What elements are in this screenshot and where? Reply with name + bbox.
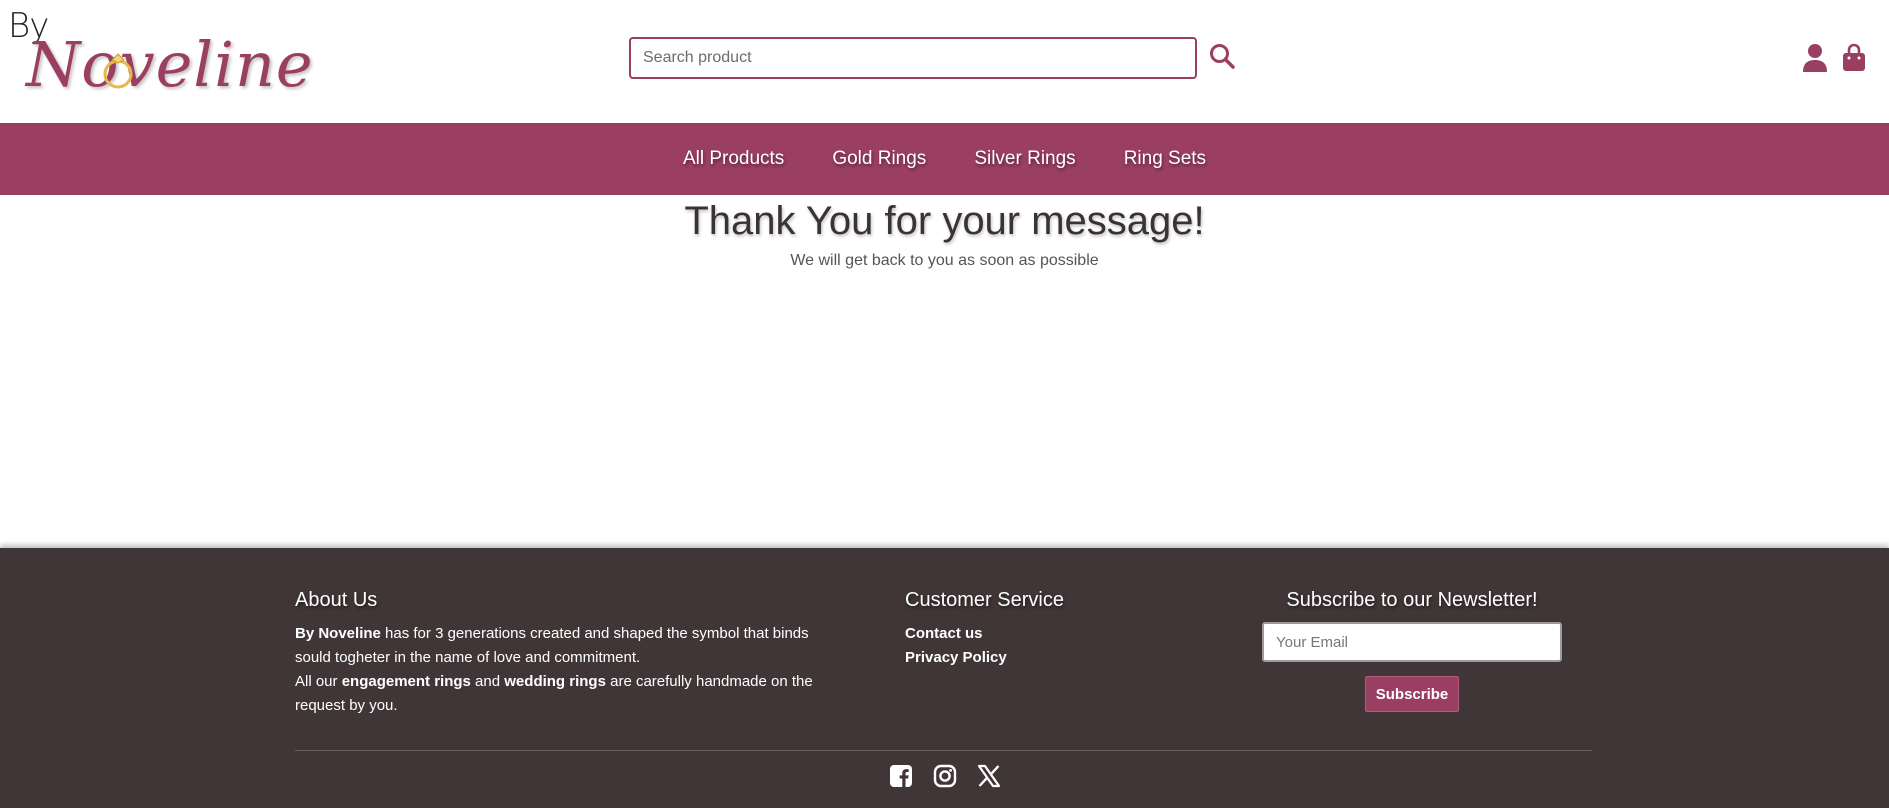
newsletter-section: Subscribe to our Newsletter! Subscribe [1262, 589, 1562, 712]
newsletter-email-input[interactable] [1262, 622, 1562, 662]
nav-silver-rings[interactable]: Silver Rings [974, 148, 1075, 170]
about-heading: About Us [295, 589, 378, 611]
search-button[interactable] [1207, 40, 1237, 72]
nav-all-products[interactable]: All Products [683, 148, 784, 170]
privacy-policy-link[interactable]: Privacy Policy [905, 646, 1155, 670]
about-paragraph-1: By Noveline has for 3 generations create… [295, 622, 835, 670]
instagram-icon [933, 764, 956, 788]
brand-logo[interactable]: By Noveline [8, 6, 313, 101]
facebook-icon [889, 765, 912, 787]
about-engagement-rings: engagement rings [341, 673, 471, 690]
logo-name-text: Noveline [26, 28, 314, 101]
cart-button[interactable] [1841, 43, 1867, 73]
search-input[interactable] [631, 39, 1195, 77]
search-box [629, 37, 1197, 79]
site-footer: About Us By Noveline has for 3 generatio… [0, 548, 1889, 808]
about-text-2a: All our [295, 673, 342, 690]
facebook-link[interactable] [888, 763, 914, 789]
account-button[interactable] [1802, 43, 1828, 73]
subscribe-button[interactable]: Subscribe [1364, 676, 1460, 712]
about-text-2b: and [470, 673, 505, 690]
x-twitter-link[interactable] [976, 763, 1002, 789]
ring-icon [103, 53, 133, 89]
about-paragraph-2: All our engagement rings and wedding rin… [295, 670, 835, 718]
instagram-link[interactable] [932, 763, 958, 789]
user-icon [1803, 44, 1827, 72]
main-nav: All Products Gold Rings Silver Rings Rin… [0, 123, 1889, 195]
main-content: Thank You for your message! We will get … [0, 195, 1889, 548]
about-section: About Us By Noveline has for 3 generatio… [295, 589, 835, 718]
shopping-bag-icon [1843, 43, 1865, 71]
about-wedding-rings: wedding rings [504, 673, 606, 690]
search-icon [1210, 44, 1235, 69]
social-links [0, 763, 1889, 793]
customer-service-section: Customer Service Contact us Privacy Poli… [905, 589, 1155, 670]
site-header: By Noveline [0, 0, 1889, 123]
nav-ring-sets[interactable]: Ring Sets [1124, 148, 1206, 170]
about-brand-name: By Noveline [295, 625, 381, 642]
page-subtitle: We will get back to you as soon as possi… [790, 252, 1099, 269]
footer-divider [295, 750, 1592, 751]
contact-us-link[interactable]: Contact us [905, 622, 1155, 646]
customer-service-heading: Customer Service [905, 589, 1064, 611]
nav-gold-rings[interactable]: Gold Rings [832, 148, 926, 170]
x-twitter-icon [977, 764, 1000, 788]
page-title: Thank You for your message! [684, 199, 1205, 243]
newsletter-heading: Subscribe to our Newsletter! [1286, 589, 1538, 611]
